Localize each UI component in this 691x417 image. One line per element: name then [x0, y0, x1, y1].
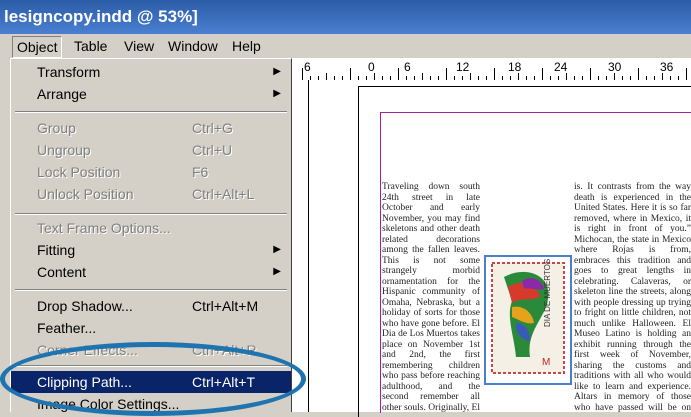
ruler-label: 6 — [404, 60, 411, 74]
ruler-tick — [494, 68, 495, 80]
window-title: lesigncopy.indd @ 53%] — [0, 0, 691, 34]
menu-item-fitting[interactable]: Fitting ▶ — [11, 239, 291, 261]
menu-item-shortcut: Ctrl+G — [192, 120, 233, 136]
menu-item-label: Content — [37, 264, 87, 280]
menu-item-content[interactable]: Content ▶ — [11, 261, 291, 283]
ruler-label: 36 — [660, 60, 674, 74]
menu-item-drop-shadow[interactable]: Drop Shadow... Ctrl+Alt+M — [11, 295, 291, 317]
text-column-2[interactable]: is. It contrasts from the way death is e… — [574, 182, 691, 412]
menu-item-unlock-position[interactable]: Unlock Position Ctrl+Alt+L — [11, 183, 291, 205]
menu-item-shortcut: F6 — [192, 164, 209, 180]
ruler-label: 6 — [304, 60, 311, 74]
menu-item-label: Group — [37, 120, 76, 136]
placed-image-frame[interactable]: DIA DE MUERTOS M — [484, 255, 572, 385]
ruler-tick — [614, 73, 615, 80]
menu-item-label: Text Frame Options... — [37, 220, 171, 236]
menu-window[interactable]: Window — [164, 36, 222, 56]
menu-item-label: Arrange — [37, 86, 87, 102]
menubar: Object Table View Window Help — [0, 34, 691, 58]
ruler-tick — [326, 73, 327, 80]
svg-text:DIA DE MUERTOS: DIA DE MUERTOS — [543, 259, 552, 327]
menu-item-label: Drop Shadow... — [37, 298, 133, 314]
menu-separator — [15, 213, 287, 215]
menu-item-label: Ungroup — [37, 142, 91, 158]
ruler-label: 30 — [608, 60, 622, 74]
ruler-tick — [662, 73, 663, 80]
menu-view[interactable]: View — [120, 36, 158, 56]
ruler-label: 12 — [456, 60, 470, 74]
menu-help[interactable]: Help — [228, 36, 265, 56]
menu-item-group[interactable]: Group Ctrl+G — [11, 117, 291, 139]
calavera-image: DIA DE MUERTOS M — [491, 259, 565, 374]
menu-item-shortcut: Ctrl+Alt+L — [192, 186, 255, 202]
vertical-ruler[interactable] — [292, 80, 309, 412]
ruler-label: 24 — [554, 60, 568, 74]
ruler-tick — [302, 68, 303, 80]
ruler-tick — [590, 68, 591, 80]
menu-separator — [15, 289, 287, 291]
ruler-tick — [542, 68, 543, 80]
submenu-arrow-icon: ▶ — [273, 66, 281, 77]
highlight-ellipse — [0, 342, 306, 416]
ruler-tick — [518, 73, 519, 80]
menu-item-label: Feather... — [37, 320, 97, 336]
menu-table[interactable]: Table — [70, 36, 111, 56]
ruler-tick — [422, 73, 423, 80]
ruler-tick — [398, 68, 399, 80]
ruler-tick — [470, 73, 471, 80]
menu-separator — [15, 111, 287, 113]
menu-item-label: Transform — [37, 64, 101, 80]
menu-item-feather[interactable]: Feather... — [11, 317, 291, 339]
menu-item-shortcut: Ctrl+U — [192, 142, 233, 158]
submenu-arrow-icon: ▶ — [273, 244, 281, 255]
menu-item-lock-position[interactable]: Lock Position F6 — [11, 161, 291, 183]
menu-object[interactable]: Object — [12, 36, 63, 58]
menu-item-label: Fitting — [37, 242, 76, 258]
menu-item-arrange[interactable]: Arrange ▶ — [11, 83, 291, 105]
ruler-label: 18 — [508, 60, 522, 74]
submenu-arrow-icon: ▶ — [273, 266, 281, 277]
menu-item-transform[interactable]: Transform ▶ — [11, 61, 291, 83]
menu-item-text-frame-options[interactable]: Text Frame Options... — [11, 217, 291, 239]
ruler-tick — [686, 68, 687, 80]
ruler-label: 0 — [368, 60, 375, 74]
menu-item-label: Unlock Position — [37, 186, 134, 202]
menu-item-ungroup[interactable]: Ungroup Ctrl+U — [11, 139, 291, 161]
text-column-1[interactable]: Traveling down south 24th street in late… — [382, 182, 480, 412]
menu-item-shortcut: Ctrl+Alt+M — [192, 298, 259, 314]
submenu-arrow-icon: ▶ — [273, 88, 281, 99]
ruler-tick — [350, 68, 351, 80]
ruler-tick — [446, 68, 447, 80]
ruler-tick — [638, 68, 639, 80]
menu-item-label: Lock Position — [37, 164, 121, 180]
ruler-tick — [374, 73, 375, 80]
ruler-tick — [566, 73, 567, 80]
svg-text:M: M — [542, 357, 550, 368]
horizontal-ruler[interactable]: 6 0 6 12 18 24 30 36 — [292, 58, 691, 81]
